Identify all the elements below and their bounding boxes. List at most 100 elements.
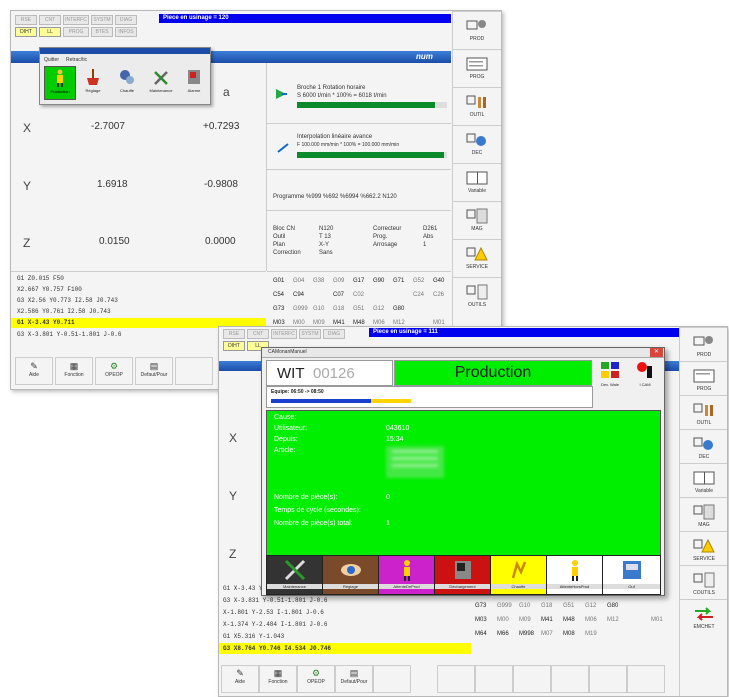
tab-systm[interactable]: SYSTM <box>91 15 113 25</box>
state-button-dechargement[interactable]: Déchargement <box>434 555 491 595</box>
operator-icon: ⚙ <box>109 361 119 371</box>
front-fkey-10[interactable] <box>589 665 627 693</box>
tab-rse[interactable]: RSE <box>15 15 37 25</box>
front-side-button-emchet[interactable]: EMCHET <box>680 599 727 634</box>
front-fkey-aide[interactable]: ✎ Aide <box>221 665 259 693</box>
state-button-label: AttenteHorsProd <box>547 584 602 589</box>
tab-infos[interactable]: INFOS <box>115 27 137 37</box>
dialog-title: CAMonanManuel <box>268 349 307 355</box>
front-side-button-variable[interactable]: Variable <box>680 463 727 498</box>
front-side-button-prog[interactable]: PROG <box>680 361 727 396</box>
tab-cnt[interactable]: CNT <box>39 15 61 25</box>
shift-bar-yellow <box>371 399 411 403</box>
bloc-panel <box>267 211 451 271</box>
program-line: Programme %999 %692 %6994 %662.2 N120 <box>273 194 397 200</box>
front-fkey-6[interactable] <box>437 665 475 693</box>
info-label-since: Depuis: <box>274 436 298 443</box>
modal-code: M08 <box>563 631 575 637</box>
front-side-button-prod[interactable]: PROD <box>680 327 727 362</box>
bloc-value2-1: Abs <box>423 234 434 240</box>
axis-y-value: 1.6918 <box>97 179 128 190</box>
front-tab-diag[interactable]: DIAG <box>323 329 345 339</box>
fkey-label: Defaut/Pour <box>140 372 168 378</box>
axis-x-remaining: +0.7293 <box>203 121 240 132</box>
front-fkey-fonction[interactable]: ▦ Fonction <box>259 665 297 693</box>
front-side-button-outil[interactable]: OUTIL <box>680 395 727 430</box>
side-button-label: PROD <box>696 352 712 358</box>
side-button-outils[interactable]: OUTILS <box>453 277 501 316</box>
modal-code: C26 <box>433 292 445 298</box>
state-button-chauffe[interactable]: Chauffe <box>490 555 547 595</box>
modal-code: G71 <box>393 278 405 284</box>
front-tab-systm[interactable]: SYSTM <box>299 329 321 339</box>
modal-code: G18 <box>541 603 553 609</box>
front-fkey-7[interactable] <box>475 665 513 693</box>
fkey-opeop[interactable]: ⚙ OPEOP <box>95 357 133 385</box>
side-button-service[interactable]: SERVICE <box>453 239 501 278</box>
side-button-prod[interactable]: PROD <box>453 11 501 50</box>
magazine-icon <box>693 504 715 520</box>
front-side-button-service[interactable]: SERVICE <box>680 531 727 566</box>
modal-code: M66 <box>497 631 509 637</box>
state-button-maintenance[interactable]: Maintenance <box>266 555 323 595</box>
modal-code: C07 <box>333 292 345 298</box>
modal-code: G10 <box>519 603 531 609</box>
icam-button[interactable]: I CAM <box>629 360 661 392</box>
side-button-dec[interactable]: DEC <box>453 125 501 164</box>
spindle-line2: S 6000 t/min * 100% = 6018 t/min <box>297 93 387 99</box>
state-button-ouf[interactable]: Ouf <box>602 555 661 595</box>
program-line-1: X2.667 Y0.757 F100 <box>17 286 82 293</box>
side-button-prog[interactable]: PROG <box>453 49 501 88</box>
state-button-reglage[interactable]: Réglage <box>322 555 379 595</box>
dev-wale-button[interactable]: Dev. Wale <box>593 360 627 392</box>
state-button-attente-hors-prod[interactable]: AttenteHorsProd <box>546 555 603 595</box>
front-tab-diht[interactable]: DIHT <box>223 341 245 351</box>
info-label-cause: Cause: <box>274 414 297 421</box>
front-fkey-defaut[interactable]: ▤ Defaut/Pour <box>335 665 373 693</box>
side-button-mag[interactable]: MAG <box>453 201 501 240</box>
dialog-close-button[interactable]: ✕ <box>650 348 663 357</box>
front-tab-rse[interactable]: RSE <box>223 329 245 339</box>
state-button-attente-prod[interactable]: AttenteDeProd <box>378 555 435 595</box>
bloc-value2-2: 1 <box>423 242 427 248</box>
tab-ll[interactable]: LL <box>39 27 61 37</box>
front-axis-label-x: X <box>229 431 238 445</box>
modal-code: G999 <box>497 603 512 609</box>
front-fkey-8[interactable] <box>513 665 551 693</box>
front-tab-cnt[interactable]: CNT <box>247 329 269 339</box>
modal-code: G80 <box>393 306 405 312</box>
variable-table-icon <box>466 171 488 185</box>
function-icon: ▦ <box>273 668 283 678</box>
fkey-defaut[interactable]: ▤ Defaut/Pour <box>135 357 173 385</box>
front-fkey-5[interactable] <box>373 665 411 693</box>
info-value-user: 043610 <box>386 425 410 432</box>
offset-gear-icon <box>693 437 713 450</box>
modal-code: G51 <box>353 306 365 312</box>
fkey-fonction[interactable]: ▦ Fonction <box>55 357 93 385</box>
bloc-value-2: X-Y <box>319 242 330 248</box>
tab-interfc[interactable]: INTERFC <box>63 15 89 25</box>
tab-btes[interactable]: BTES <box>91 27 113 37</box>
front-tab-interfc[interactable]: INTERFC <box>271 329 297 339</box>
modal-code: M19 <box>585 631 597 637</box>
bloc-value2-0: D261 <box>423 226 438 232</box>
machine-icon <box>622 561 641 579</box>
front-fkey-9[interactable] <box>551 665 589 693</box>
side-button-variable[interactable]: Variable <box>453 163 501 202</box>
fkey-empty[interactable] <box>175 357 213 385</box>
front-fkey-11[interactable] <box>627 665 665 693</box>
bloc-value-1: T 13 <box>319 234 331 240</box>
fkey-aide[interactable]: ✎ Aide <box>15 357 53 385</box>
equipe-label: Equipe: 06:50 -> 08:50 <box>271 389 324 395</box>
front-side-button-coutils[interactable]: COUTILS <box>680 565 727 600</box>
tab-prog[interactable]: PROG <box>63 27 89 37</box>
front-side-button-dec[interactable]: DEC <box>680 429 727 464</box>
bloc-label2-0: Correcteur <box>373 226 402 232</box>
side-button-outil[interactable]: OUTIL <box>453 87 501 126</box>
front-fkey-opeop[interactable]: ⚙ OPEOP <box>297 665 335 693</box>
front-side-button-mag[interactable]: MAG <box>680 497 727 532</box>
fkey-label: Fonction <box>268 679 288 685</box>
spindle-line1: Broche 1 Rotation horaire <box>297 85 366 91</box>
tab-diag[interactable]: DIAG <box>115 15 137 25</box>
tab-diht[interactable]: DIHT <box>15 27 37 37</box>
